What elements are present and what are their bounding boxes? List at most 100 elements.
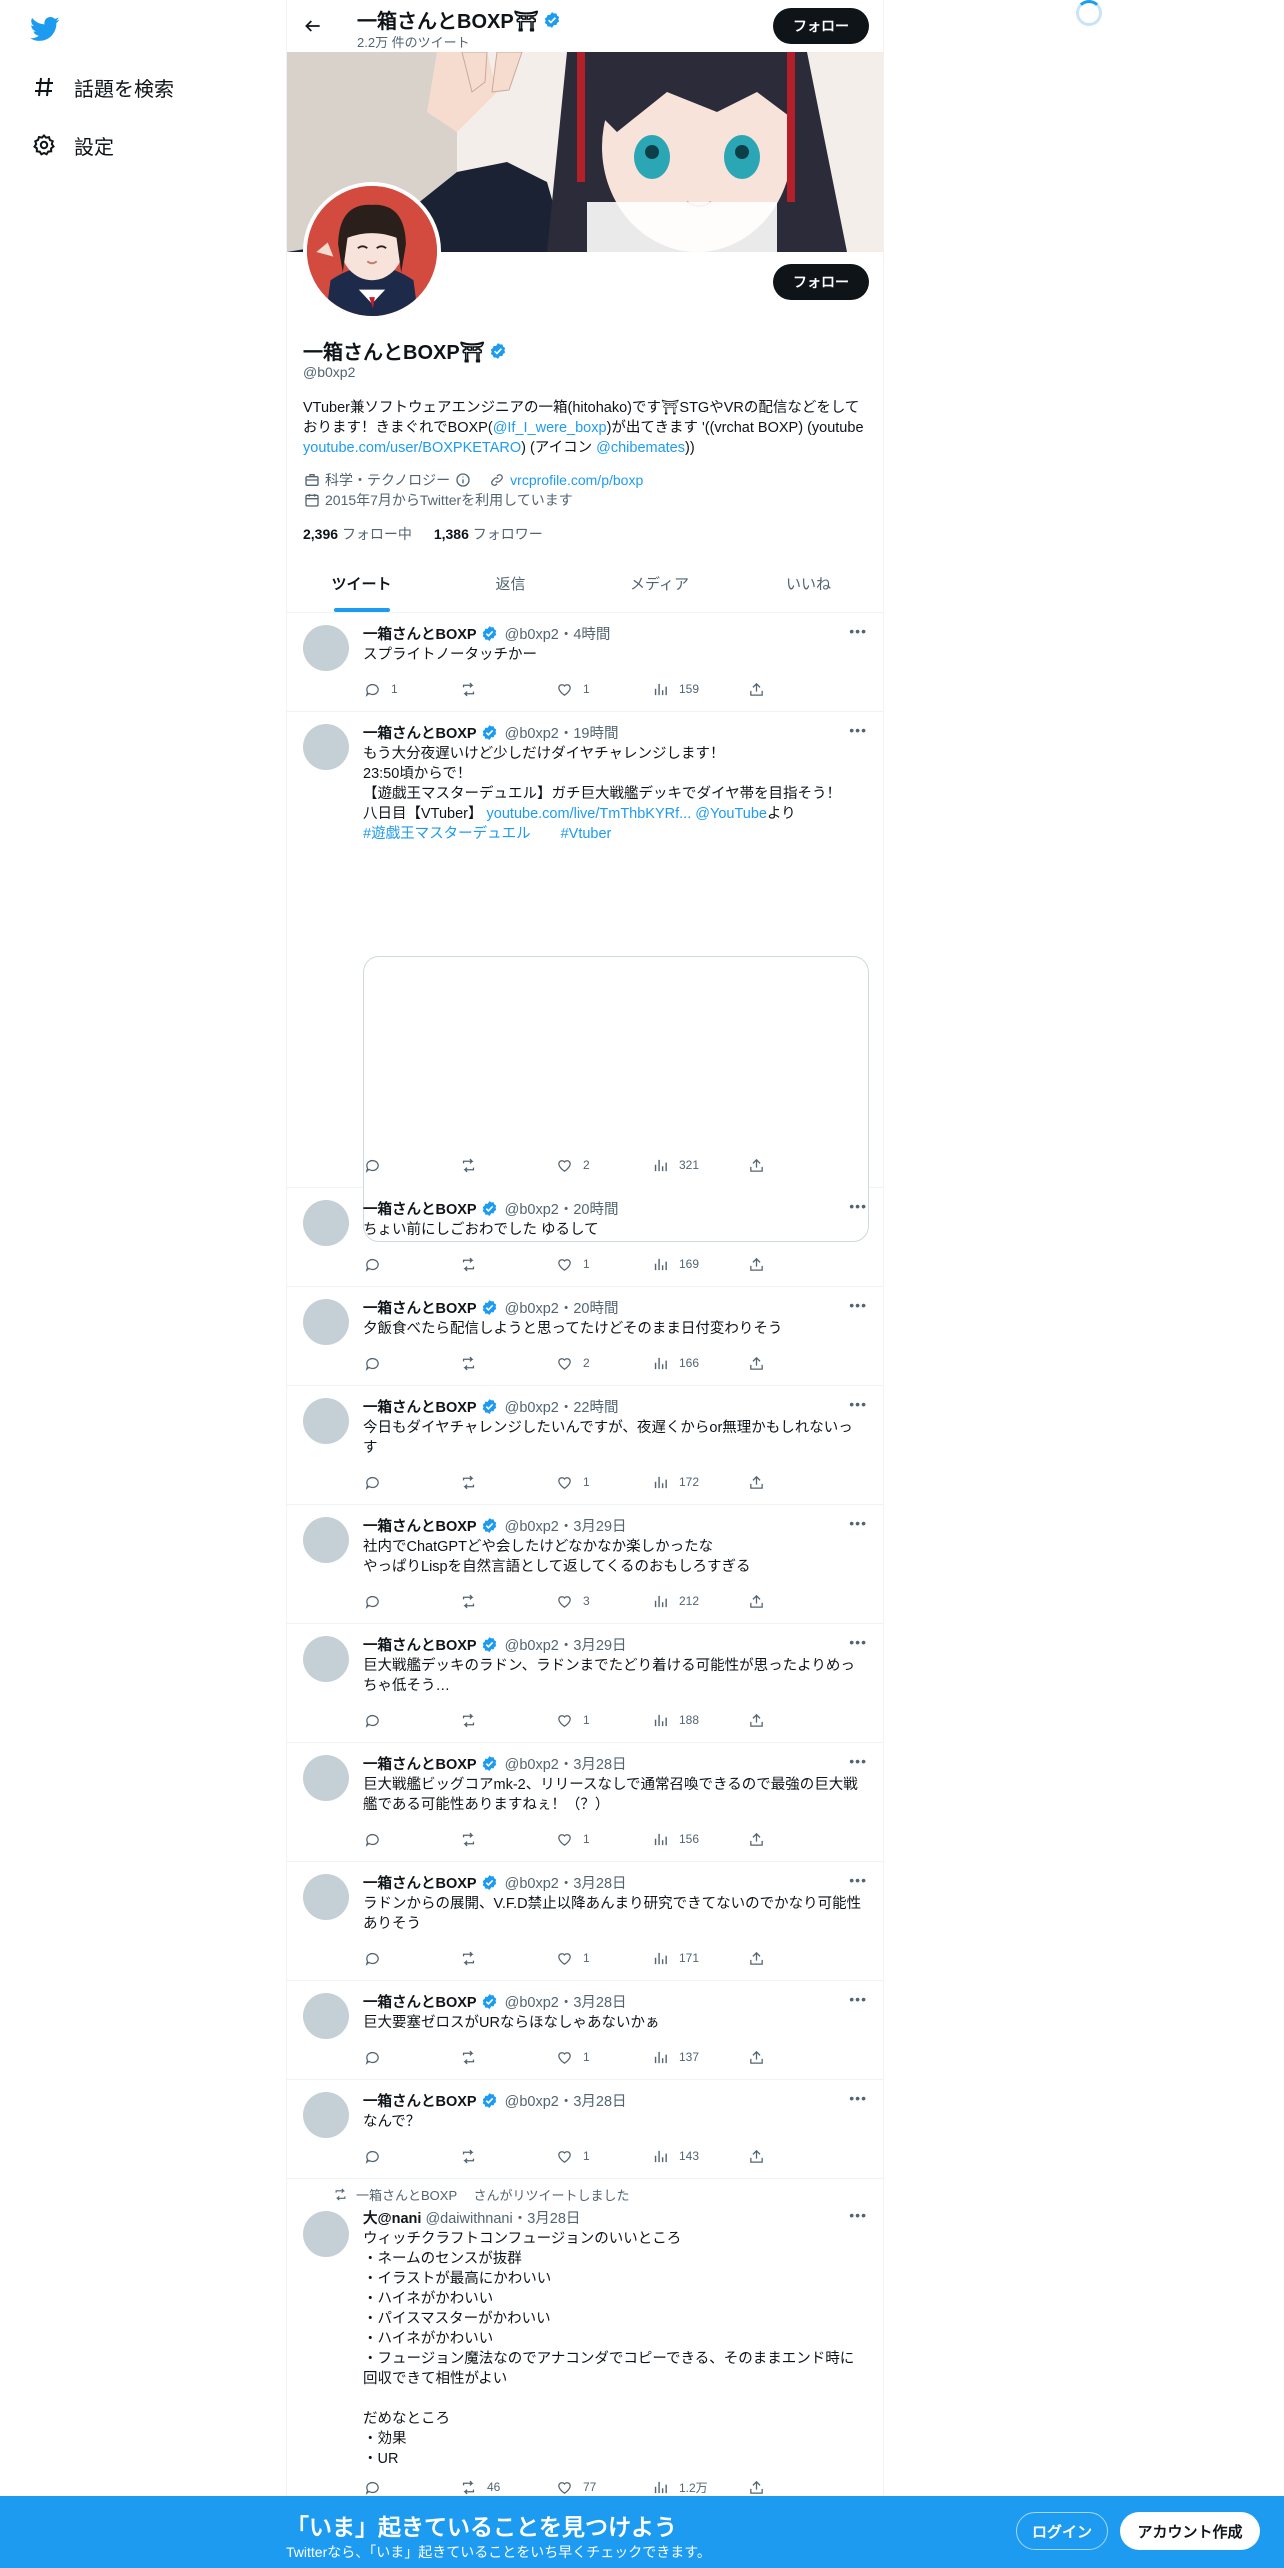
login-button[interactable]: ログイン — [1016, 2512, 1108, 2550]
retweet-button[interactable] — [459, 1473, 555, 1491]
avatar[interactable] — [303, 1200, 349, 1246]
more-options-icon[interactable]: ••• — [849, 722, 867, 738]
youtube-link[interactable]: youtube.com/live/TmThbKYRf... — [487, 806, 692, 822]
like-button[interactable]: 1 — [555, 2048, 651, 2066]
avatar[interactable] — [303, 1755, 349, 1801]
tweet[interactable]: 一箱さんとBOXP @b0xp2・20時間 ••• ちょい前にしごおわでした ゆる… — [287, 1188, 883, 1287]
retweet-button[interactable] — [459, 1949, 555, 1967]
avatar[interactable] — [303, 2211, 349, 2257]
nav-item-settings[interactable]: 設定 — [30, 130, 114, 160]
avatar[interactable] — [303, 1874, 349, 1920]
tab-replies[interactable]: 返信 — [436, 560, 585, 612]
tweet[interactable]: 一箱さんとBOXP @b0xp2・20時間 ••• 夕飯食べたら配信しようと思って… — [287, 1287, 883, 1386]
retweet-button[interactable] — [459, 680, 555, 698]
reply-button[interactable] — [363, 1473, 459, 1491]
share-button[interactable] — [747, 1354, 777, 1372]
retweet-button[interactable] — [459, 1354, 555, 1372]
like-button[interactable]: 1 — [555, 1711, 651, 1729]
like-button[interactable]: 77 — [555, 2478, 651, 2496]
tab-likes[interactable]: いいね — [734, 560, 883, 612]
reply-button[interactable] — [363, 2478, 459, 2496]
more-options-icon[interactable]: ••• — [849, 1991, 867, 2007]
nav-item-explore[interactable]: 話題を検索 — [30, 72, 174, 102]
share-button[interactable] — [747, 1255, 777, 1273]
reply-button[interactable] — [363, 1156, 459, 1174]
reply-button[interactable]: 1 — [363, 680, 459, 698]
views-button[interactable]: 156 — [651, 1830, 747, 1848]
views-button[interactable]: 143 — [651, 2147, 747, 2165]
tweet[interactable]: 一箱さんとBOXP @b0xp2・19時間 ••• もう大分夜遅いけど少しだけダイ… — [287, 712, 883, 1242]
bio-mention-link[interactable]: @chibemates — [596, 440, 685, 456]
reply-button[interactable] — [363, 2048, 459, 2066]
like-button[interactable]: 2 — [555, 1354, 651, 1372]
follow-button[interactable]: フォロー — [773, 8, 869, 44]
views-button[interactable]: 137 — [651, 2048, 747, 2066]
like-button[interactable]: 1 — [555, 1473, 651, 1491]
like-button[interactable]: 1 — [555, 680, 651, 698]
more-options-icon[interactable]: ••• — [849, 1198, 867, 1214]
hashtag-link[interactable]: #Vtuber — [561, 826, 612, 842]
profile-avatar[interactable] — [303, 182, 441, 320]
tweet[interactable]: 一箱さんとBOXP @b0xp2・22時間 ••• 今日もダイヤチャレンジしたいん… — [287, 1386, 883, 1505]
tweet[interactable]: 一箱さんとBOXP @b0xp2・3月29日 ••• 巨大戦艦デッキのラドン、ラド… — [287, 1624, 883, 1743]
retweet-button[interactable] — [459, 2048, 555, 2066]
like-button[interactable]: 3 — [555, 1592, 651, 1610]
more-options-icon[interactable]: ••• — [849, 1297, 867, 1313]
more-options-icon[interactable]: ••• — [849, 1634, 867, 1650]
twitter-logo-icon[interactable] — [30, 14, 60, 44]
tweet[interactable]: 一箱さんとBOXP @b0xp2・4時間 ••• スプライトノータッチかー 1 1… — [287, 613, 883, 712]
like-button[interactable]: 1 — [555, 1830, 651, 1848]
share-button[interactable] — [747, 2478, 777, 2496]
retweet-button[interactable]: 46 — [459, 2478, 555, 2496]
back-arrow-icon[interactable] — [299, 12, 327, 40]
tweet[interactable]: 一箱さんとBOXP @b0xp2・3月29日 ••• 社内でChatGPTどや会し… — [287, 1505, 883, 1624]
views-button[interactable]: 321 — [651, 1156, 747, 1174]
tweet[interactable]: 一箱さんとBOXP @b0xp2・3月28日 ••• なんで？ 1 143 — [287, 2080, 883, 2179]
following-link[interactable]: 2,396 フォロー中 — [303, 526, 412, 542]
views-button[interactable]: 166 — [651, 1354, 747, 1372]
share-button[interactable] — [747, 2147, 777, 2165]
avatar[interactable] — [303, 724, 349, 770]
views-button[interactable]: 1.2万 — [651, 2478, 747, 2496]
tweet[interactable]: 一箱さんとBOXP @b0xp2・3月28日 ••• ラドンからの展開、V.F.D… — [287, 1862, 883, 1981]
like-button[interactable]: 1 — [555, 1949, 651, 1967]
more-options-icon[interactable]: ••• — [849, 2090, 867, 2106]
retweet-button[interactable] — [459, 2147, 555, 2165]
reply-button[interactable] — [363, 1949, 459, 1967]
avatar[interactable] — [303, 625, 349, 671]
retweet-button[interactable] — [459, 1830, 555, 1848]
views-button[interactable]: 188 — [651, 1711, 747, 1729]
retweeted-tweet[interactable]: 一箱さんとBOXP さんがリツイートしました 大@nani @daiwithnan… — [287, 2179, 883, 2499]
retweet-button[interactable] — [459, 1711, 555, 1729]
share-button[interactable] — [747, 680, 777, 698]
views-button[interactable]: 212 — [651, 1592, 747, 1610]
more-options-icon[interactable]: ••• — [849, 2207, 867, 2223]
share-button[interactable] — [747, 1830, 777, 1848]
profile-website-link[interactable]: vrcprofile.com/p/boxp — [510, 472, 643, 488]
signup-button[interactable]: アカウント作成 — [1120, 2512, 1260, 2550]
share-button[interactable] — [747, 1711, 777, 1729]
reply-button[interactable] — [363, 2147, 459, 2165]
share-button[interactable] — [747, 1156, 777, 1174]
views-button[interactable]: 171 — [651, 1949, 747, 1967]
bio-youtube-link[interactable]: youtube.com/user/BOXPKETARO — [303, 440, 521, 456]
bio-mention-link[interactable]: @If_I_were_boxp — [493, 420, 607, 436]
share-button[interactable] — [747, 1473, 777, 1491]
profile-follow-button[interactable]: フォロー — [773, 264, 869, 300]
avatar[interactable] — [303, 1299, 349, 1345]
views-button[interactable]: 169 — [651, 1255, 747, 1273]
more-options-icon[interactable]: ••• — [849, 1753, 867, 1769]
info-icon[interactable] — [454, 471, 472, 489]
more-options-icon[interactable]: ••• — [849, 1515, 867, 1531]
share-button[interactable] — [747, 1949, 777, 1967]
tab-media[interactable]: メディア — [585, 560, 734, 612]
share-button[interactable] — [747, 1592, 777, 1610]
retweet-button[interactable] — [459, 1156, 555, 1174]
reply-button[interactable] — [363, 1711, 459, 1729]
like-button[interactable]: 1 — [555, 2147, 651, 2165]
reply-button[interactable] — [363, 1592, 459, 1610]
retweet-button[interactable] — [459, 1255, 555, 1273]
more-options-icon[interactable]: ••• — [849, 1396, 867, 1412]
retweet-button[interactable] — [459, 1592, 555, 1610]
share-button[interactable] — [747, 2048, 777, 2066]
